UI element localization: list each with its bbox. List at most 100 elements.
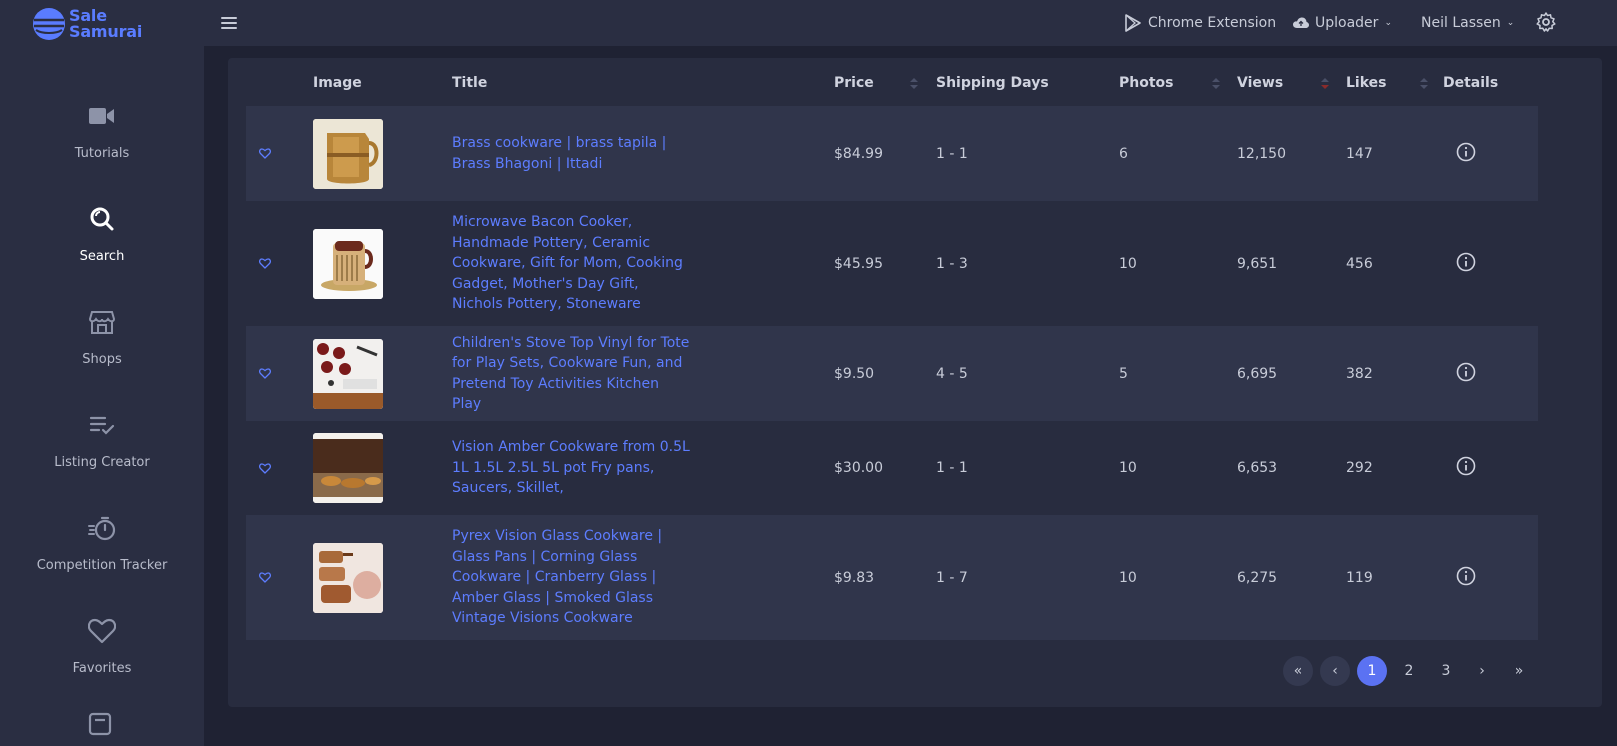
photos-cell: 10 — [1119, 460, 1137, 476]
video-camera-icon — [88, 102, 116, 130]
list-check-icon — [88, 411, 116, 439]
stopwatch-icon — [88, 514, 116, 542]
top-header: Chrome Extension Uploader ⌄ Neil Lassen … — [204, 0, 1617, 46]
photos-cell: 10 — [1119, 569, 1137, 586]
col-image-header: Image — [313, 75, 362, 91]
sidebar-item-competition-tracker[interactable]: Competition Tracker — [0, 492, 204, 595]
sort-arrows-icon[interactable] — [1321, 78, 1329, 90]
chrome-extension-label: Chrome Extension — [1148, 15, 1277, 31]
col-price-label: Price — [834, 75, 874, 91]
product-title-link[interactable]: Pyrex Vision Glass Cookware | Glass Pans… — [452, 526, 692, 629]
likes-cell: 292 — [1346, 460, 1373, 476]
table-row: Vision Amber Cookware from 0.5L 1L 1.5L … — [246, 421, 1538, 515]
col-views-header[interactable]: Views — [1237, 60, 1346, 106]
photos-cell: 6 — [1119, 145, 1128, 162]
pagination-last-button[interactable]: » — [1504, 656, 1534, 686]
col-likes-header[interactable]: Likes — [1346, 60, 1443, 106]
sidebar-item-partial-icon[interactable] — [88, 712, 112, 746]
sidebar-item-label: Search — [79, 249, 125, 264]
sidebar-item-shops[interactable]: Shops — [0, 286, 204, 389]
col-likes-label: Likes — [1346, 75, 1387, 91]
views-cell: 6,275 — [1237, 569, 1278, 586]
table-row: Microwave Bacon Cooker, Handmade Pottery… — [246, 201, 1538, 326]
product-thumbnail[interactable] — [313, 338, 383, 409]
table-row: Children's Stove Top Vinyl for Tote for … — [246, 326, 1538, 421]
photos-cell: 5 — [1119, 365, 1128, 382]
gear-icon[interactable] — [1536, 11, 1562, 33]
sidebar-item-listing-creator[interactable]: Listing Creator — [0, 389, 204, 492]
col-title-header: Title — [452, 75, 488, 91]
info-icon[interactable] — [1456, 142, 1476, 162]
shipping-cell: 1 - 1 — [936, 460, 968, 476]
shipping-cell: 1 - 1 — [936, 145, 968, 162]
col-details-header: Details — [1443, 75, 1499, 91]
sort-arrows-icon[interactable] — [1212, 78, 1220, 90]
sidebar-item-label: Favorites — [72, 661, 132, 676]
product-thumbnail[interactable] — [313, 228, 383, 299]
product-thumbnail[interactable] — [313, 118, 383, 189]
product-title-link[interactable]: Children's Stove Top Vinyl for Tote for … — [452, 333, 692, 415]
price-cell: $45.95 — [834, 255, 883, 272]
pagination-prev-button[interactable]: ‹ — [1320, 656, 1350, 686]
favorite-heart-icon[interactable] — [258, 367, 272, 381]
logo-text-line2: Samurai — [69, 22, 143, 41]
pagination-page-2[interactable]: 2 — [1394, 656, 1424, 686]
pagination-next-button[interactable]: › — [1467, 656, 1497, 686]
likes-cell: 147 — [1346, 145, 1373, 162]
uploader-label: Uploader — [1315, 15, 1379, 31]
product-title-link[interactable]: Microwave Bacon Cooker, Handmade Pottery… — [452, 212, 692, 315]
info-icon[interactable] — [1456, 362, 1476, 382]
info-icon[interactable] — [1456, 456, 1476, 476]
sidebar-item-tutorials[interactable]: Tutorials — [0, 80, 204, 183]
sidebar-item-label: Shops — [82, 352, 122, 367]
col-shipping-header: Shipping Days — [936, 60, 1119, 106]
favorite-heart-icon[interactable] — [258, 257, 272, 271]
sidebar-item-label: Competition Tracker — [36, 558, 168, 573]
pagination-first-button[interactable]: « — [1283, 656, 1313, 686]
sort-arrows-icon[interactable] — [910, 78, 918, 90]
col-photos-label: Photos — [1119, 75, 1174, 91]
logo[interactable]: Sale Samurai — [0, 0, 204, 48]
hamburger-menu-icon[interactable] — [218, 12, 240, 34]
storefront-icon — [88, 308, 116, 336]
product-thumbnail[interactable] — [313, 433, 383, 503]
cloud-upload-icon — [1293, 17, 1309, 28]
chrome-extension-link[interactable]: Chrome Extension — [1124, 12, 1276, 34]
sidebar-item-search[interactable]: Search — [0, 183, 204, 286]
pagination-page-3[interactable]: 3 — [1431, 656, 1461, 686]
info-icon[interactable] — [1456, 252, 1476, 272]
price-cell: $9.50 — [834, 365, 875, 382]
table-header-row: Image Title Price Shipping Days Photos V… — [246, 60, 1538, 106]
pagination-page-1[interactable]: 1 — [1357, 656, 1387, 686]
product-title-link[interactable]: Brass cookware | brass tapila | Brass Bh… — [452, 133, 692, 174]
uploader-dropdown[interactable]: Uploader ⌄ — [1293, 12, 1392, 34]
play-store-icon — [1125, 14, 1141, 32]
user-menu-dropdown[interactable]: Neil Lassen ⌄ — [1421, 12, 1514, 34]
shipping-cell: 1 - 7 — [936, 569, 968, 586]
views-cell: 9,651 — [1237, 255, 1278, 272]
table-row: Pyrex Vision Glass Cookware | Glass Pans… — [246, 515, 1538, 640]
photos-cell: 10 — [1119, 255, 1137, 272]
sidebar-item-label: Listing Creator — [54, 455, 150, 470]
table-row: Brass cookware | brass tapila | Brass Bh… — [246, 106, 1538, 201]
favorite-heart-icon[interactable] — [258, 147, 272, 161]
col-shipping-label: Shipping Days — [936, 75, 1049, 91]
favorite-heart-icon[interactable] — [258, 461, 272, 475]
sidebar-item-favorites[interactable]: Favorites — [0, 595, 204, 698]
col-price-header[interactable]: Price — [834, 60, 936, 106]
chevron-down-icon: ⌄ — [1384, 18, 1392, 28]
results-card: Image Title Price Shipping Days Photos V… — [228, 58, 1602, 707]
product-thumbnail[interactable] — [313, 542, 383, 613]
col-photos-header[interactable]: Photos — [1119, 60, 1237, 106]
app-root: Sale Samurai Tutorials Search Shops List… — [0, 0, 1617, 746]
chevron-down-icon: ⌄ — [1506, 18, 1515, 28]
product-title-link[interactable]: Vision Amber Cookware from 0.5L 1L 1.5L … — [452, 437, 692, 499]
logo-icon — [32, 7, 66, 41]
info-icon[interactable] — [1456, 566, 1476, 586]
likes-cell: 382 — [1346, 365, 1373, 382]
favorite-heart-icon[interactable] — [258, 571, 272, 585]
price-cell: $30.00 — [834, 460, 883, 476]
sort-arrows-icon[interactable] — [1420, 78, 1428, 90]
views-cell: 12,150 — [1237, 145, 1286, 162]
views-cell: 6,695 — [1237, 365, 1278, 382]
